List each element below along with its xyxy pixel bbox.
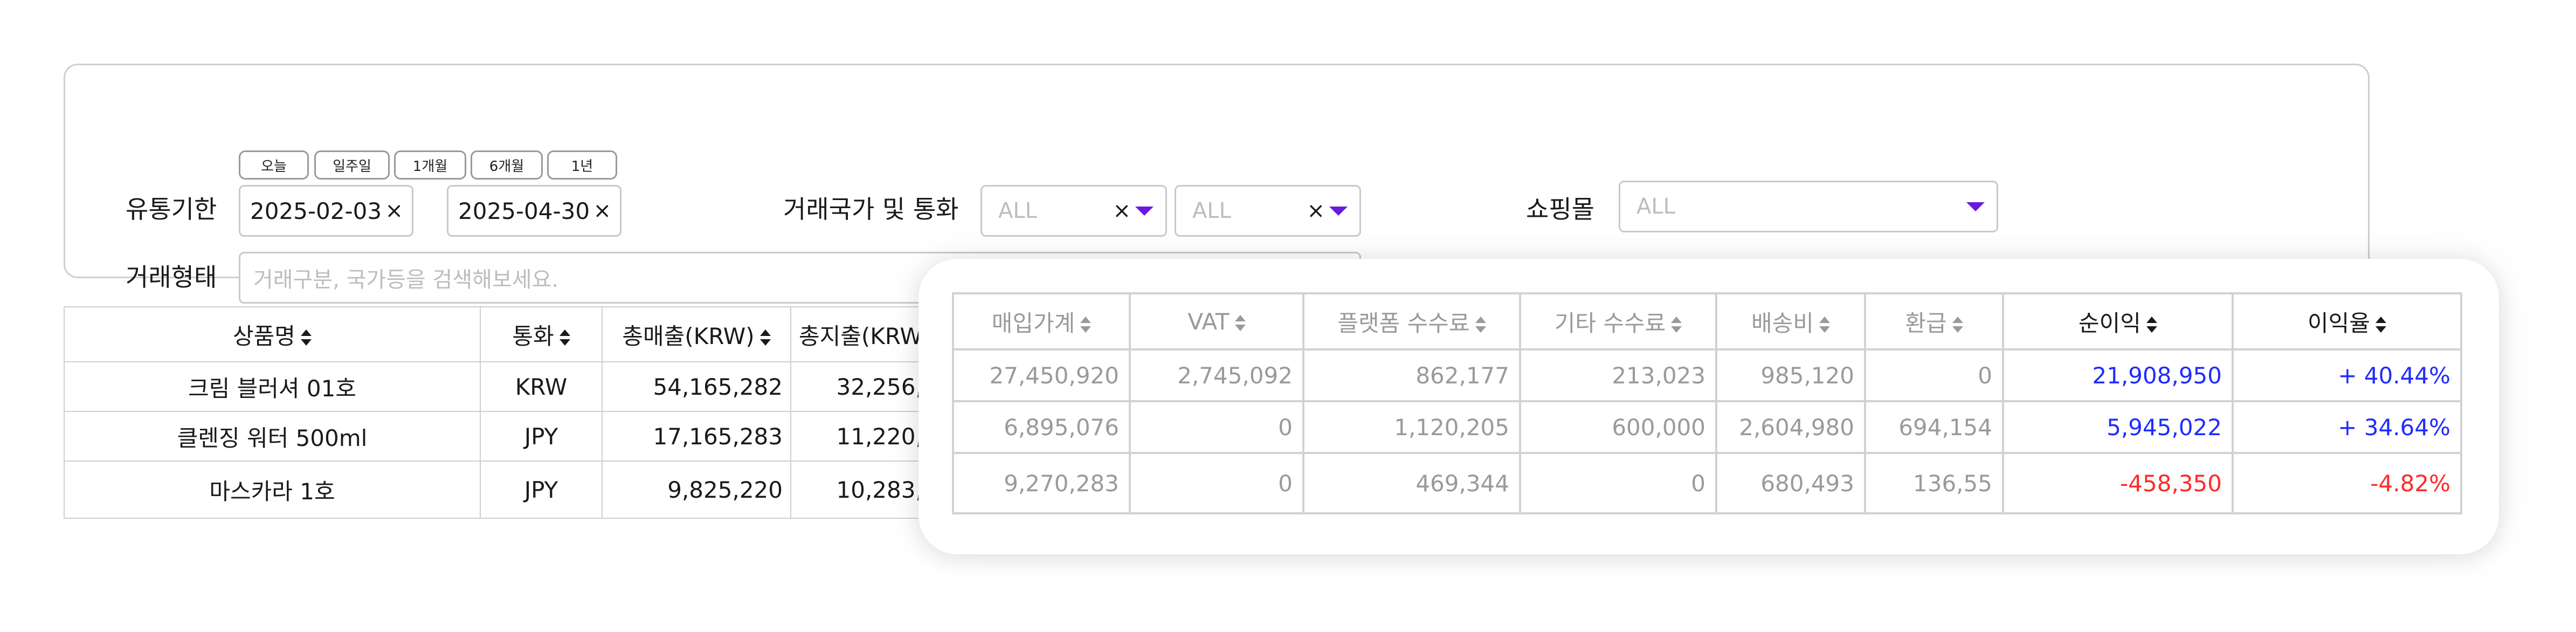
country-select-value: ALL [998,198,1037,223]
clear-start-date-icon[interactable]: × [385,200,403,222]
shipping-cell: 985,120 [1715,348,1866,402]
table-row[interactable]: 크림 블러셔 01호 KRW 54,165,282 32,256,012 [64,361,975,412]
shipping-cell: 680,493 [1715,452,1866,514]
sort-icon[interactable] [2146,317,2157,333]
currency-select-value: ALL [1192,198,1231,223]
sort-icon[interactable] [1080,317,1092,333]
sort-icon[interactable] [1475,317,1486,333]
currency-cell: JPY [480,461,603,519]
table-header-row: 매입가계 VAT 플랫폼 수수료 기타 수수료 배송비 환급 순이익 이익율 [952,292,2462,351]
sort-icon[interactable] [1671,317,1682,333]
mall-label: 쇼핑몰 [1526,195,1594,224]
sort-icon[interactable] [1234,315,1246,331]
start-date-field[interactable]: 2025-02-03 × [239,185,413,237]
column-header-total-sales[interactable]: 총매출(KRW) [602,306,791,362]
product-sales-table: 상품명 통화 총매출(KRW) 총지출(KRW) 크림 블러셔 01호 KRW … [64,306,975,519]
other-fee-cell: 213,023 [1519,348,1717,402]
vat-cell: 0 [1129,400,1304,454]
start-date-value: 2025-02-03 [250,197,382,224]
net-profit-cell: 5,945,022 [2002,400,2234,454]
net-profit-cell: 21,908,950 [2002,348,2234,402]
product-name-cell: 클렌징 워터 500ml [64,411,481,462]
sort-icon[interactable] [1952,317,1963,333]
purchase-price-cell: 27,450,920 [952,348,1131,402]
total-sales-cell: 17,165,283 [602,411,791,462]
profit-rate-cell: -4.82% [2232,452,2462,514]
quick-range-today-button[interactable]: 오늘 [239,150,309,180]
profit-detail-table: 매입가계 VAT 플랫폼 수수료 기타 수수료 배송비 환급 순이익 이익율 2… [952,292,2462,514]
filter-panel: 오늘 일주일 1개월 6개월 1년 유통기한 거래국가 및 통화 쇼핑몰 202… [64,64,2370,304]
refund-cell: 0 [1864,348,2004,402]
mall-select[interactable]: ALL [1619,181,1998,232]
column-header-currency[interactable]: 통화 [480,306,603,362]
column-header-other-fee[interactable]: 기타 수수료 [1519,292,1717,351]
purchase-price-cell: 9,270,283 [952,452,1131,514]
country-select[interactable]: ALL × [980,185,1167,237]
table-header-row: 상품명 통화 총매출(KRW) 총지출(KRW) [64,306,975,362]
trade-type-label: 거래형태 [126,263,217,292]
end-date-field[interactable]: 2025-04-30 × [447,185,621,237]
column-header-shipping[interactable]: 배송비 [1715,292,1866,351]
product-name-cell: 마스카라 1호 [64,461,481,519]
column-header-net-profit[interactable]: 순이익 [2002,292,2234,351]
quick-range-week-button[interactable]: 일주일 [314,150,390,180]
refund-cell: 136,55 [1864,452,2004,514]
sort-icon[interactable] [2375,317,2386,333]
product-name-cell: 크림 블러셔 01호 [64,361,481,412]
chevron-down-icon[interactable] [1135,206,1154,216]
total-sales-cell: 54,165,282 [602,361,791,412]
purchase-price-cell: 6,895,076 [952,400,1131,454]
other-fee-cell: 600,000 [1519,400,1717,454]
column-header-profit-rate[interactable]: 이익율 [2232,292,2462,351]
platform-fee-cell: 469,344 [1302,452,1521,514]
refund-cell: 694,154 [1864,400,2004,454]
vat-cell: 2,745,092 [1129,348,1304,402]
column-header-vat[interactable]: VAT [1129,292,1304,351]
quick-range-1year-button[interactable]: 1년 [547,150,617,180]
shipping-cell: 2,604,980 [1715,400,1866,454]
chevron-down-icon[interactable] [1329,206,1348,216]
quick-range-6month-button[interactable]: 6개월 [471,150,543,180]
column-header-purchase-price[interactable]: 매입가계 [952,292,1131,351]
sort-icon[interactable] [1819,317,1830,333]
column-header-platform-fee[interactable]: 플랫폼 수수료 [1302,292,1521,351]
currency-cell: JPY [480,411,603,462]
table-row[interactable]: 6,895,076 0 1,120,205 600,000 2,604,980 … [952,400,2462,454]
clear-end-date-icon[interactable]: × [593,200,611,222]
expiry-label: 유통기한 [126,195,217,224]
column-header-refund[interactable]: 환급 [1864,292,2004,351]
country-currency-label: 거래국가 및 통화 [783,195,959,224]
sort-icon[interactable] [559,329,570,346]
column-header-product[interactable]: 상품명 [64,306,481,362]
quick-range-1month-button[interactable]: 1개월 [394,150,466,180]
clear-currency-icon[interactable]: × [1307,200,1325,222]
sort-icon[interactable] [300,329,312,346]
table-row[interactable]: 9,270,283 0 469,344 0 680,493 136,55 -45… [952,452,2462,514]
end-date-value: 2025-04-30 [458,197,590,224]
table-row[interactable]: 마스카라 1호 JPY 9,825,220 10,283,570 [64,461,975,519]
table-row[interactable]: 27,450,920 2,745,092 862,177 213,023 985… [952,348,2462,402]
currency-cell: KRW [480,361,603,412]
platform-fee-cell: 1,120,205 [1302,400,1521,454]
clear-country-icon[interactable]: × [1113,200,1131,222]
table-row[interactable]: 클렌징 워터 500ml JPY 17,165,283 11,220,261 [64,411,975,462]
mall-select-value: ALL [1636,194,1675,219]
sort-icon[interactable] [759,329,771,346]
vat-cell: 0 [1129,452,1304,514]
profit-rate-cell: + 34.64% [2232,400,2462,454]
platform-fee-cell: 862,177 [1302,348,1521,402]
profit-rate-cell: + 40.44% [2232,348,2462,402]
total-sales-cell: 9,825,220 [602,461,791,519]
other-fee-cell: 0 [1519,452,1717,514]
currency-select[interactable]: ALL × [1175,185,1361,237]
chevron-down-icon[interactable] [1966,202,1985,211]
net-profit-cell: -458,350 [2002,452,2234,514]
